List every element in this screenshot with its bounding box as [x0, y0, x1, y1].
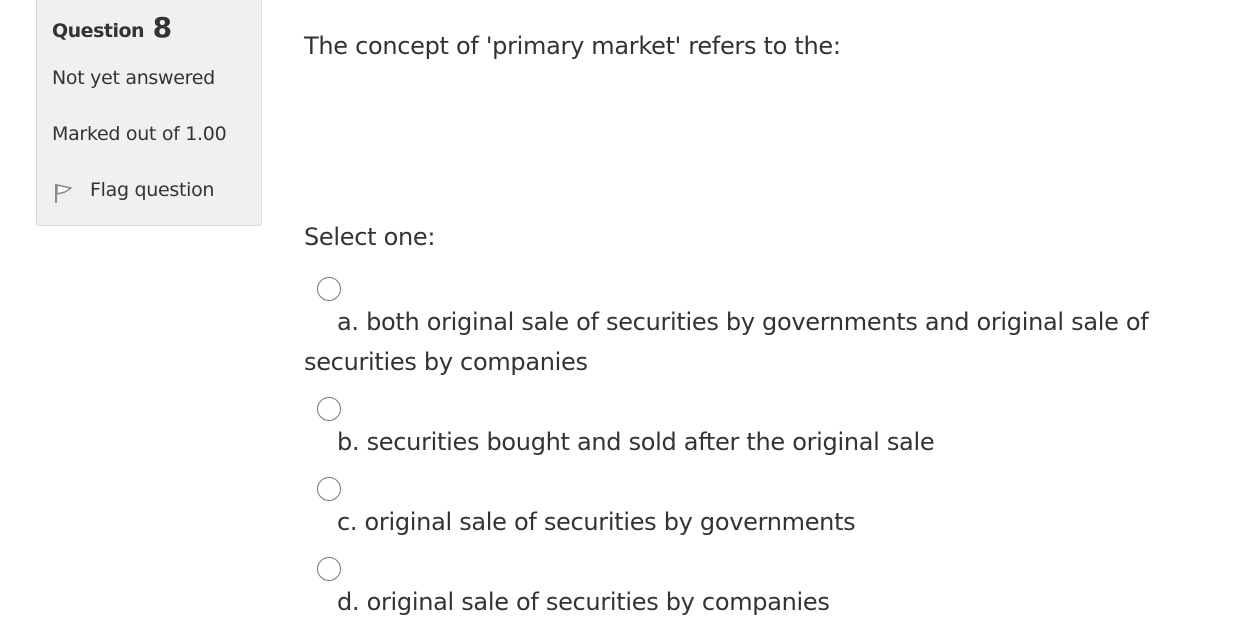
radio-unchecked-icon[interactable] [317, 557, 341, 581]
radio-unchecked-icon[interactable] [317, 397, 341, 421]
question-number: 8 [152, 11, 173, 44]
answer-option-label: b. securities bought and sold after the … [337, 428, 935, 456]
answer-option-d[interactable]: d. original sale of securities by compan… [304, 548, 1204, 622]
answer-option-a[interactable]: a. both original sale of securities by g… [304, 268, 1204, 382]
radio-unchecked-icon[interactable] [317, 277, 341, 301]
question-label: Question [52, 20, 145, 42]
answer-option-c[interactable]: c. original sale of securities by govern… [304, 468, 1204, 542]
answer-option-label: a. both original sale of securities by g… [304, 308, 1149, 376]
answer-options: a. both original sale of securities by g… [304, 262, 1204, 622]
question-text: The concept of 'primary market' refers t… [304, 32, 841, 60]
answer-option-b[interactable]: b. securities bought and sold after the … [304, 388, 1204, 462]
question-grade: Marked out of 1.00 [52, 123, 227, 145]
flag-icon [52, 182, 74, 204]
select-one-prompt: Select one: [304, 223, 436, 251]
question-state: Not yet answered [52, 67, 215, 89]
answer-option-label: c. original sale of securities by govern… [337, 508, 856, 536]
radio-unchecked-icon[interactable] [317, 477, 341, 501]
flag-question-link[interactable]: Flag question [52, 176, 214, 204]
question-info-panel: Question 8 Not yet answered Marked out o… [36, 0, 262, 226]
question-heading: Question 8 [52, 11, 172, 44]
answer-option-label: d. original sale of securities by compan… [337, 588, 830, 616]
flag-question-label: Flag question [90, 179, 215, 201]
